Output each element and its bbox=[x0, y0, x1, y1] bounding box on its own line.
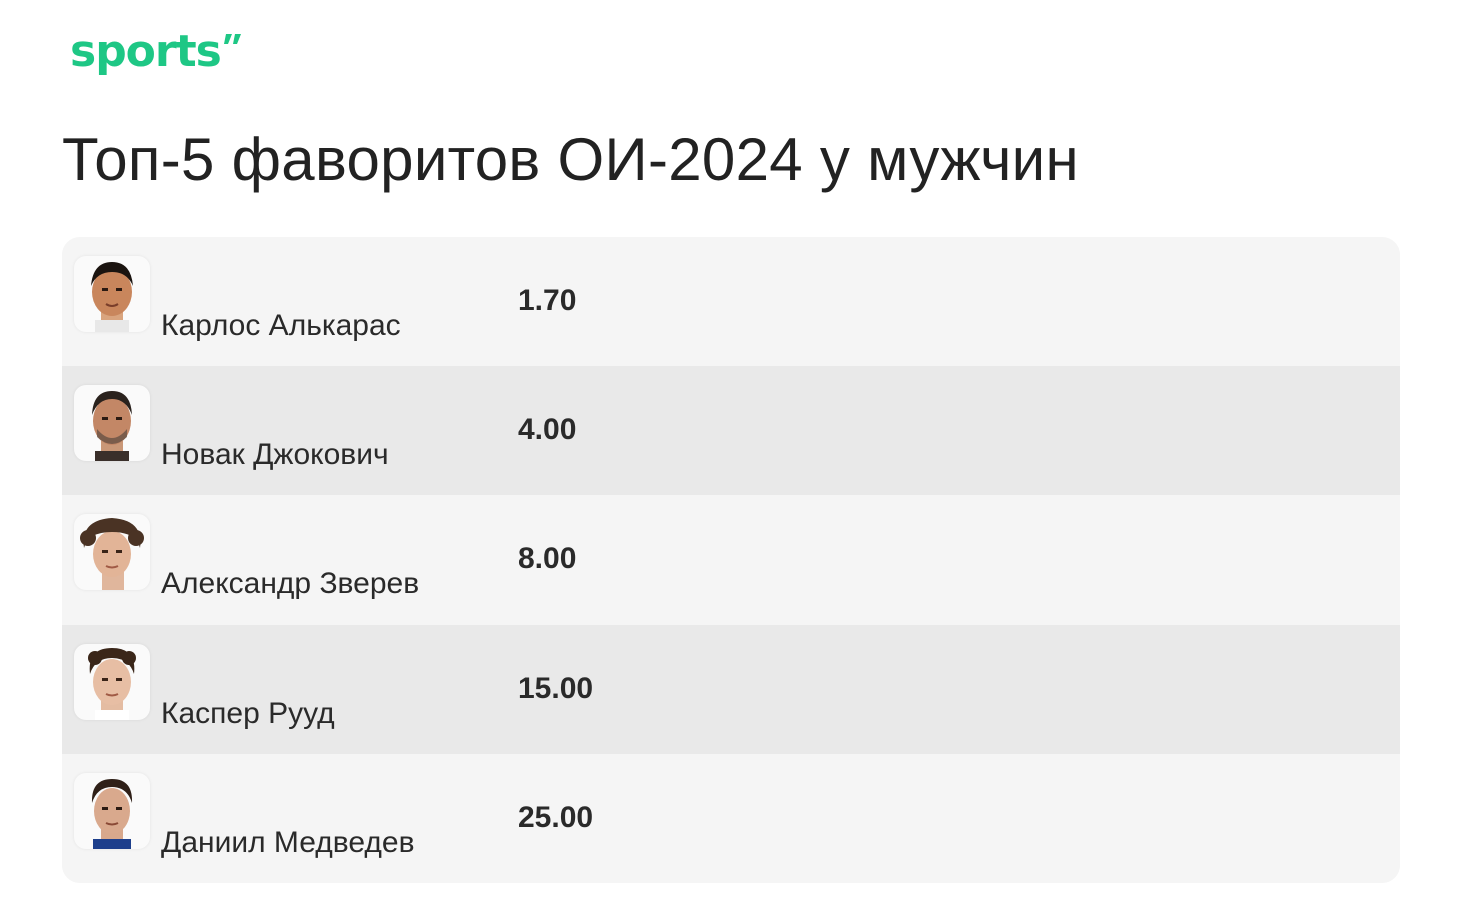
player-photo-icon bbox=[91, 778, 133, 849]
player-odds: 25.00 bbox=[518, 800, 594, 834]
player-photo-icon bbox=[88, 647, 136, 720]
player-photo-icon bbox=[91, 262, 133, 332]
player-odds: 4.00 bbox=[518, 413, 577, 447]
table-row: Даниил Медведев 25.00 bbox=[62, 753, 1400, 883]
table-row: Каспер Рууд 15.00 bbox=[62, 624, 1400, 754]
page-title: Топ-5 фаворитов ОИ-2024 у мужчин bbox=[62, 126, 1079, 193]
table-row: Александр Зверев 8.00 bbox=[62, 495, 1400, 625]
logo-quote-mark-icon bbox=[223, 34, 241, 44]
player-avatar bbox=[74, 643, 150, 720]
sports-logo[interactable]: sports bbox=[70, 22, 243, 82]
player-photo-icon bbox=[92, 391, 132, 462]
player-avatar bbox=[74, 385, 150, 462]
player-name: Александр Зверев bbox=[161, 567, 420, 601]
player-photo-icon bbox=[80, 518, 144, 591]
favorites-table: Карлос Алькарас 1.70 Новак Джокович 4.00 bbox=[62, 237, 1400, 883]
player-name: Каспер Рууд bbox=[161, 696, 335, 730]
player-odds: 8.00 bbox=[518, 542, 577, 576]
player-name: Карлос Алькарас bbox=[161, 309, 401, 342]
player-name: Даниил Медведев bbox=[161, 825, 415, 859]
table-row: Карлос Алькарас 1.70 bbox=[62, 237, 1400, 367]
table-row: Новак Джокович 4.00 bbox=[62, 366, 1400, 496]
player-avatar bbox=[74, 772, 150, 849]
player-avatar bbox=[74, 514, 150, 591]
player-odds: 1.70 bbox=[518, 284, 577, 317]
player-odds: 15.00 bbox=[518, 671, 594, 705]
player-name: Новак Джокович bbox=[161, 438, 389, 472]
logo-text: sports bbox=[70, 26, 222, 77]
player-avatar bbox=[74, 256, 150, 332]
